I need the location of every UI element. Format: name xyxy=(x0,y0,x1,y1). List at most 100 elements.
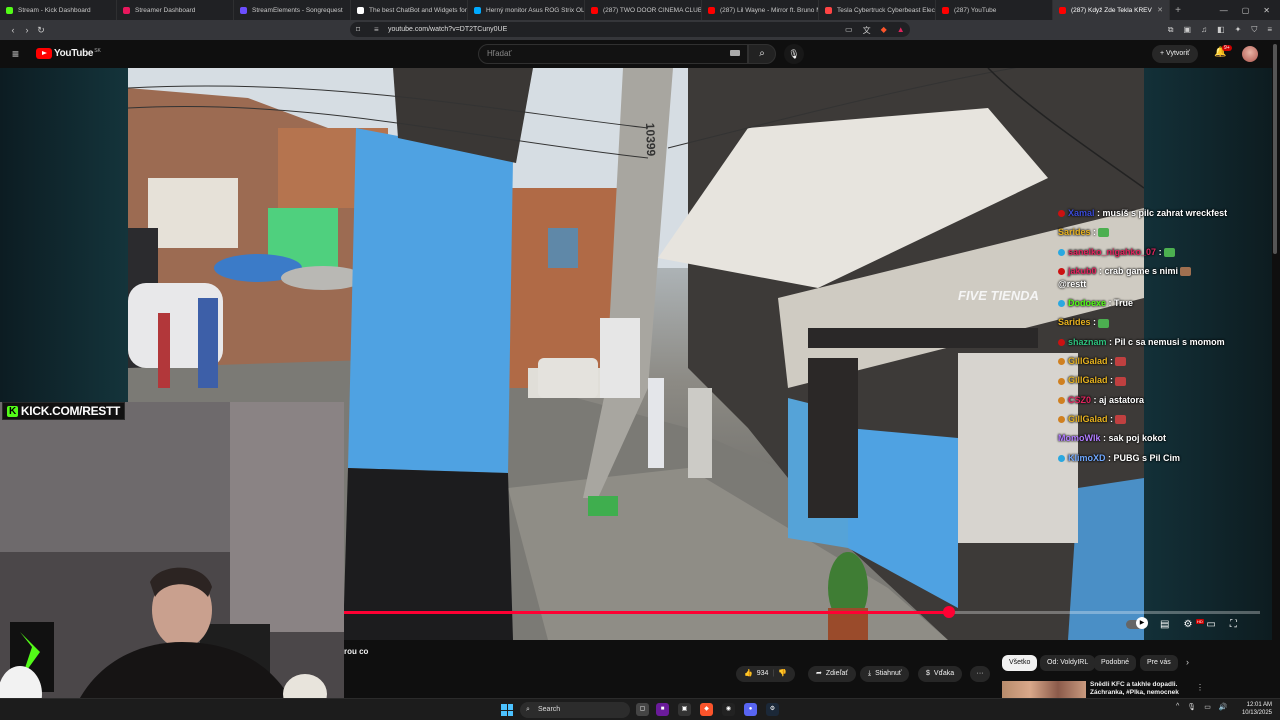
sidebar-icon[interactable]: ◧ xyxy=(1217,25,1225,35)
brave-shield-icon[interactable]: ◆ xyxy=(881,25,887,36)
voice-search-button[interactable]: 🎙 xyxy=(784,44,804,64)
keyboard-icon[interactable] xyxy=(730,50,740,56)
webcam-image xyxy=(0,402,344,720)
bookmark-icon[interactable]: ⌑ xyxy=(356,25,360,34)
tab-favicon-icon xyxy=(474,6,481,14)
search-button[interactable]: ⌕ xyxy=(748,44,776,64)
chat-text: : xyxy=(1110,356,1114,367)
tab-favicon-icon xyxy=(825,6,832,14)
browser-tab[interactable]: Tesla Cybertruck Cyberbeast Electr xyxy=(819,0,936,20)
chat-text: : xyxy=(1093,227,1097,238)
filter-chip[interactable]: Všetko xyxy=(1002,655,1038,671)
browser-tab[interactable]: (287) YouTube xyxy=(936,0,1053,20)
filter-chip[interactable]: Pre vás xyxy=(1140,655,1178,671)
browser-menu-icon[interactable]: ≡ xyxy=(1267,25,1272,35)
search-icon: ⌕ xyxy=(526,706,530,713)
back-icon[interactable]: ‹ xyxy=(6,25,20,35)
browser-tab[interactable]: Stream - Kick Dashboard xyxy=(0,0,117,20)
terminal-icon[interactable]: ▣ xyxy=(678,703,691,716)
rewards-icon[interactable]: ▲ xyxy=(897,25,905,36)
volume-icon[interactable]: 🔊 xyxy=(1219,703,1228,711)
address-bar[interactable]: ⌑ ≡ youtube.com/watch?v=DT2TCuny0UE xyxy=(350,22,910,37)
network-icon[interactable]: ▭ xyxy=(1204,703,1211,711)
download-button[interactable]: ⤓ Stiahnuť xyxy=(860,666,910,682)
steam-icon[interactable]: ⚙ xyxy=(766,703,779,716)
more-actions-button[interactable]: ··· xyxy=(970,666,990,682)
search-input[interactable]: Hľadať xyxy=(478,44,748,64)
app-icon[interactable]: ■ xyxy=(656,703,669,716)
system-tray: ^ 🎙 ▭ 🔊 xyxy=(1176,703,1228,711)
browser-tab[interactable]: StreamElements - Songrequest xyxy=(234,0,351,20)
progress-bar[interactable] xyxy=(344,611,1260,614)
brave-browser-icon[interactable]: ◆ xyxy=(700,703,713,716)
site-info-icon[interactable]: ≡ xyxy=(374,25,379,34)
youtube-logo[interactable]: YouTube SK xyxy=(36,48,101,59)
microphone-icon[interactable]: 🎙 xyxy=(1187,703,1196,711)
browser-tab[interactable]: (287) TWO DOOR CINEMA CLUB | xyxy=(585,0,702,20)
leo-icon[interactable]: ✦ xyxy=(1235,25,1242,35)
page-scrollbar[interactable] xyxy=(1273,44,1277,254)
chat-badge-icon xyxy=(1058,396,1065,404)
reload-icon[interactable]: ↻ xyxy=(34,25,48,36)
create-button[interactable]: + Vytvoriť xyxy=(1152,45,1198,63)
browser-tab[interactable]: Herný monitor Asus ROG Strix OLE xyxy=(468,0,585,20)
discord-icon[interactable]: ● xyxy=(744,703,757,716)
browser-tab[interactable]: (287) Lil Wayne - Mirror ft. Bruno M xyxy=(702,0,819,20)
recommendation-thumbnail[interactable] xyxy=(1002,681,1086,698)
close-tab-icon[interactable]: ✕ xyxy=(1157,6,1163,14)
chat-message: shaznam : Pil c sa nemusi s momom xyxy=(1058,336,1254,349)
avatar[interactable] xyxy=(1242,46,1258,62)
chat-emote-icon xyxy=(1180,267,1192,277)
download-label: Stiahnuť xyxy=(875,670,902,677)
browser-tab[interactable]: (287) Když Zde Tekla KREV ✕ xyxy=(1053,0,1170,20)
chevron-up-icon[interactable]: ^ xyxy=(1176,703,1179,711)
fullscreen-icon[interactable]: ⛶ xyxy=(1230,619,1237,630)
settings-icon[interactable]: ⚙ xyxy=(1183,619,1192,630)
maximize-icon[interactable]: ▢ xyxy=(1242,6,1250,15)
recommendation-menu-icon[interactable]: ⋮ xyxy=(1196,683,1204,692)
filter-chip[interactable]: Od: VoldyIRL xyxy=(1040,655,1096,671)
create-label: Vytvoriť xyxy=(1166,50,1190,57)
chevron-right-icon[interactable]: › xyxy=(1186,657,1189,667)
screen-cast-icon[interactable]: ▭ xyxy=(845,25,853,36)
extension-icon[interactable]: ⧉ xyxy=(1168,25,1174,35)
wallet-icon[interactable]: ▣ xyxy=(1184,25,1192,35)
kick-url: KICK.COM/RESTT xyxy=(20,404,121,418)
media-icon[interactable]: ♫ xyxy=(1201,25,1207,35)
video-title: rou co xyxy=(344,647,369,656)
recommendation-title[interactable]: Snědli KFC a takhle dopadli. Záchranka, … xyxy=(1090,681,1190,697)
chat-text: : musíš s pilc zahrat wreckfest xyxy=(1097,208,1228,218)
share-button[interactable]: ➦ Zdieľať xyxy=(808,666,857,682)
obs-icon[interactable]: ◉ xyxy=(722,703,735,716)
filter-chip[interactable]: Podobné xyxy=(1094,655,1137,671)
subtitles-icon[interactable]: ▤ xyxy=(1160,619,1169,630)
minimize-icon[interactable]: — xyxy=(1220,6,1228,15)
country-code: SK xyxy=(94,47,101,54)
chat-text: : True xyxy=(1108,298,1134,309)
new-tab-button[interactable]: + xyxy=(1170,5,1186,16)
browser-tab[interactable]: Streamer Dashboard xyxy=(117,0,234,20)
youtube-logo-text: YouTube xyxy=(54,48,94,59)
chat-badge-icon xyxy=(1058,268,1065,276)
taskbar-search[interactable]: ⌕ Search xyxy=(520,702,630,718)
theater-mode-icon[interactable]: ▭ xyxy=(1206,619,1215,630)
translate-icon[interactable]: 文 xyxy=(863,25,871,36)
like-button[interactable]: 👍 934 | 👎 xyxy=(736,666,795,682)
windows-start-icon[interactable] xyxy=(501,704,513,716)
thumbs-down-icon[interactable]: 👎 xyxy=(778,666,787,682)
browser-tab[interactable]: The best ChatBot and Widgets for xyxy=(351,0,468,20)
thanks-button[interactable]: $ Vďaka xyxy=(918,666,963,682)
vpn-icon[interactable]: ⛉ xyxy=(1251,25,1257,35)
forward-icon[interactable]: › xyxy=(20,25,34,35)
like-count: 934 xyxy=(756,670,769,677)
chat-badge-icon xyxy=(1058,248,1065,256)
taskbar-clock[interactable]: 12:01 AM 10/13/2025 xyxy=(1236,701,1272,717)
autoplay-toggle[interactable] xyxy=(1126,617,1148,629)
close-window-icon[interactable]: ✕ xyxy=(1263,6,1270,15)
chat-emote-icon xyxy=(1115,357,1127,367)
tab-label: Streamer Dashboard xyxy=(135,6,196,14)
chat-emote-icon xyxy=(1098,228,1110,238)
task-view-icon[interactable]: ▢ xyxy=(636,703,649,716)
progress-scrubber[interactable] xyxy=(942,606,955,618)
guide-menu-icon[interactable]: ≡ xyxy=(12,47,19,61)
